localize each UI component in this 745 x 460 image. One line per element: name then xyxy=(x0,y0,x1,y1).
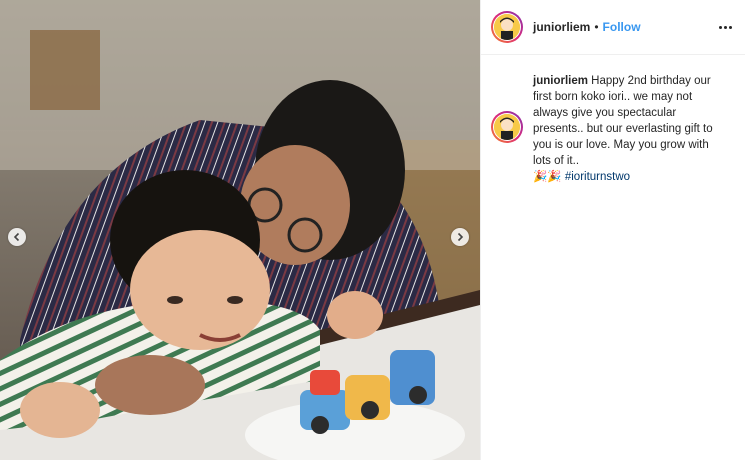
next-image-button[interactable] xyxy=(451,228,469,246)
chevron-right-icon xyxy=(457,232,464,242)
instagram-post: juniorliem • Follow juniorliem Happy 2nd… xyxy=(0,0,745,460)
avatar-image xyxy=(494,14,520,40)
previous-image-button[interactable] xyxy=(8,228,26,246)
post-photo[interactable] xyxy=(0,0,480,460)
hashtag-link[interactable]: #ioriturnstwo xyxy=(565,171,630,183)
post-sidebar: juniorliem • Follow juniorliem Happy 2nd… xyxy=(480,0,745,460)
separator-dot: • xyxy=(594,20,599,34)
post-header: juniorliem • Follow xyxy=(481,0,745,55)
author-username[interactable]: juniorliem xyxy=(533,20,590,34)
caption-author-avatar[interactable] xyxy=(491,111,523,143)
more-options-icon[interactable] xyxy=(719,25,733,29)
caption-text-block: juniorliem Happy 2nd birthday our first … xyxy=(533,73,728,185)
follow-button[interactable]: Follow xyxy=(603,20,641,34)
avatar-image xyxy=(494,114,520,140)
caption-body: Happy 2nd birthday our first born koko i… xyxy=(533,75,713,167)
chevron-left-icon xyxy=(13,232,20,242)
photo-father-son-birthday xyxy=(0,0,480,460)
author-avatar[interactable] xyxy=(491,11,523,43)
post-caption: juniorliem Happy 2nd birthday our first … xyxy=(481,55,745,185)
caption-username[interactable]: juniorliem xyxy=(533,75,588,87)
party-emoji: 🎉🎉 xyxy=(533,171,562,183)
